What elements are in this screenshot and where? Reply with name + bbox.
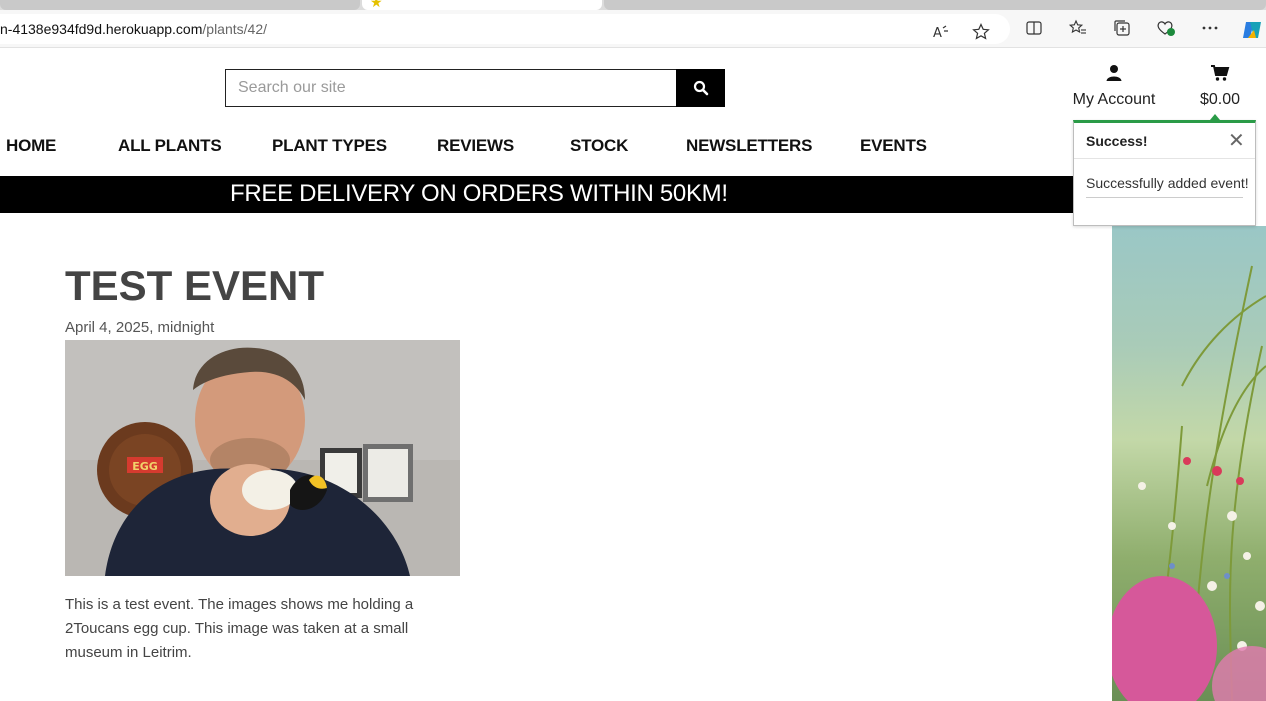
address-bar[interactable]: n-4138e934fd9d.herokuapp.com/plants/42/ … (0, 14, 1010, 44)
toast-divider (1086, 197, 1243, 198)
browser-tab[interactable] (604, 0, 1266, 10)
search-icon (693, 80, 708, 96)
nav-all-plants[interactable]: ALL PLANTS (118, 136, 222, 156)
event-title: TEST EVENT (65, 262, 325, 309)
nav-stock[interactable]: STOCK (570, 136, 628, 156)
favorite-star-icon[interactable] (970, 23, 992, 45)
svg-text:A: A (933, 26, 942, 41)
my-account-label: My Account (1072, 91, 1156, 108)
flowers-background-image (1112, 226, 1266, 701)
browser-tab-strip: ★ (0, 0, 1266, 10)
browser-tab[interactable] (0, 0, 360, 10)
toast-title: Success! (1086, 133, 1148, 149)
read-aloud-icon[interactable]: A (930, 23, 952, 45)
search-button[interactable] (676, 69, 725, 107)
event-description: This is a test event. The images shows m… (65, 596, 414, 661)
favorites-icon[interactable] (1067, 19, 1089, 41)
browser-essentials-icon[interactable] (1155, 19, 1177, 41)
search-input[interactable] (225, 69, 676, 107)
delivery-banner-text: FREE DELIVERY ON ORDERS WITHIN 50KM! (230, 180, 728, 207)
nav-reviews[interactable]: REVIEWS (437, 136, 514, 156)
browser-toolbar: n-4138e934fd9d.herokuapp.com/plants/42/ … (0, 10, 1266, 48)
event-date: April 4, 2025, midnight (65, 319, 215, 336)
photo-sign-text: EGG (132, 460, 158, 473)
shopping-cart-icon (1211, 65, 1230, 81)
toast-message: Successfully added event! (1086, 175, 1249, 191)
nav-plant-types[interactable]: PLANT TYPES (272, 136, 387, 156)
toast-close-icon[interactable]: ✕ (1228, 128, 1245, 153)
toast-header: Success! ✕ (1074, 123, 1255, 159)
url-text: n-4138e934fd9d.herokuapp.com/plants/42/ (0, 21, 267, 37)
copilot-icon[interactable] (1241, 19, 1263, 41)
cart-link[interactable]: $0.00 (1192, 64, 1248, 109)
site-search (225, 69, 725, 107)
split-screen-icon[interactable] (1023, 19, 1045, 41)
delivery-banner: FREE DELIVERY ON ORDERS WITHIN 50KM! (0, 176, 1112, 213)
collections-icon[interactable] (1111, 19, 1133, 41)
event-image: EGG (65, 340, 460, 576)
cart-total: $0.00 (1199, 91, 1241, 108)
nav-events[interactable]: EVENTS (860, 136, 927, 156)
nav-newsletters[interactable]: NEWSLETTERS (686, 136, 812, 156)
user-icon (1106, 65, 1122, 81)
more-options-icon[interactable] (1199, 19, 1221, 41)
browser-tab-active[interactable]: ★ (362, 0, 602, 10)
toast-arrow (1210, 114, 1220, 120)
my-account-link[interactable]: My Account (1066, 64, 1162, 109)
nav-home[interactable]: HOME (6, 136, 56, 156)
success-toast: Success! ✕ Successfully added event! (1073, 114, 1256, 226)
